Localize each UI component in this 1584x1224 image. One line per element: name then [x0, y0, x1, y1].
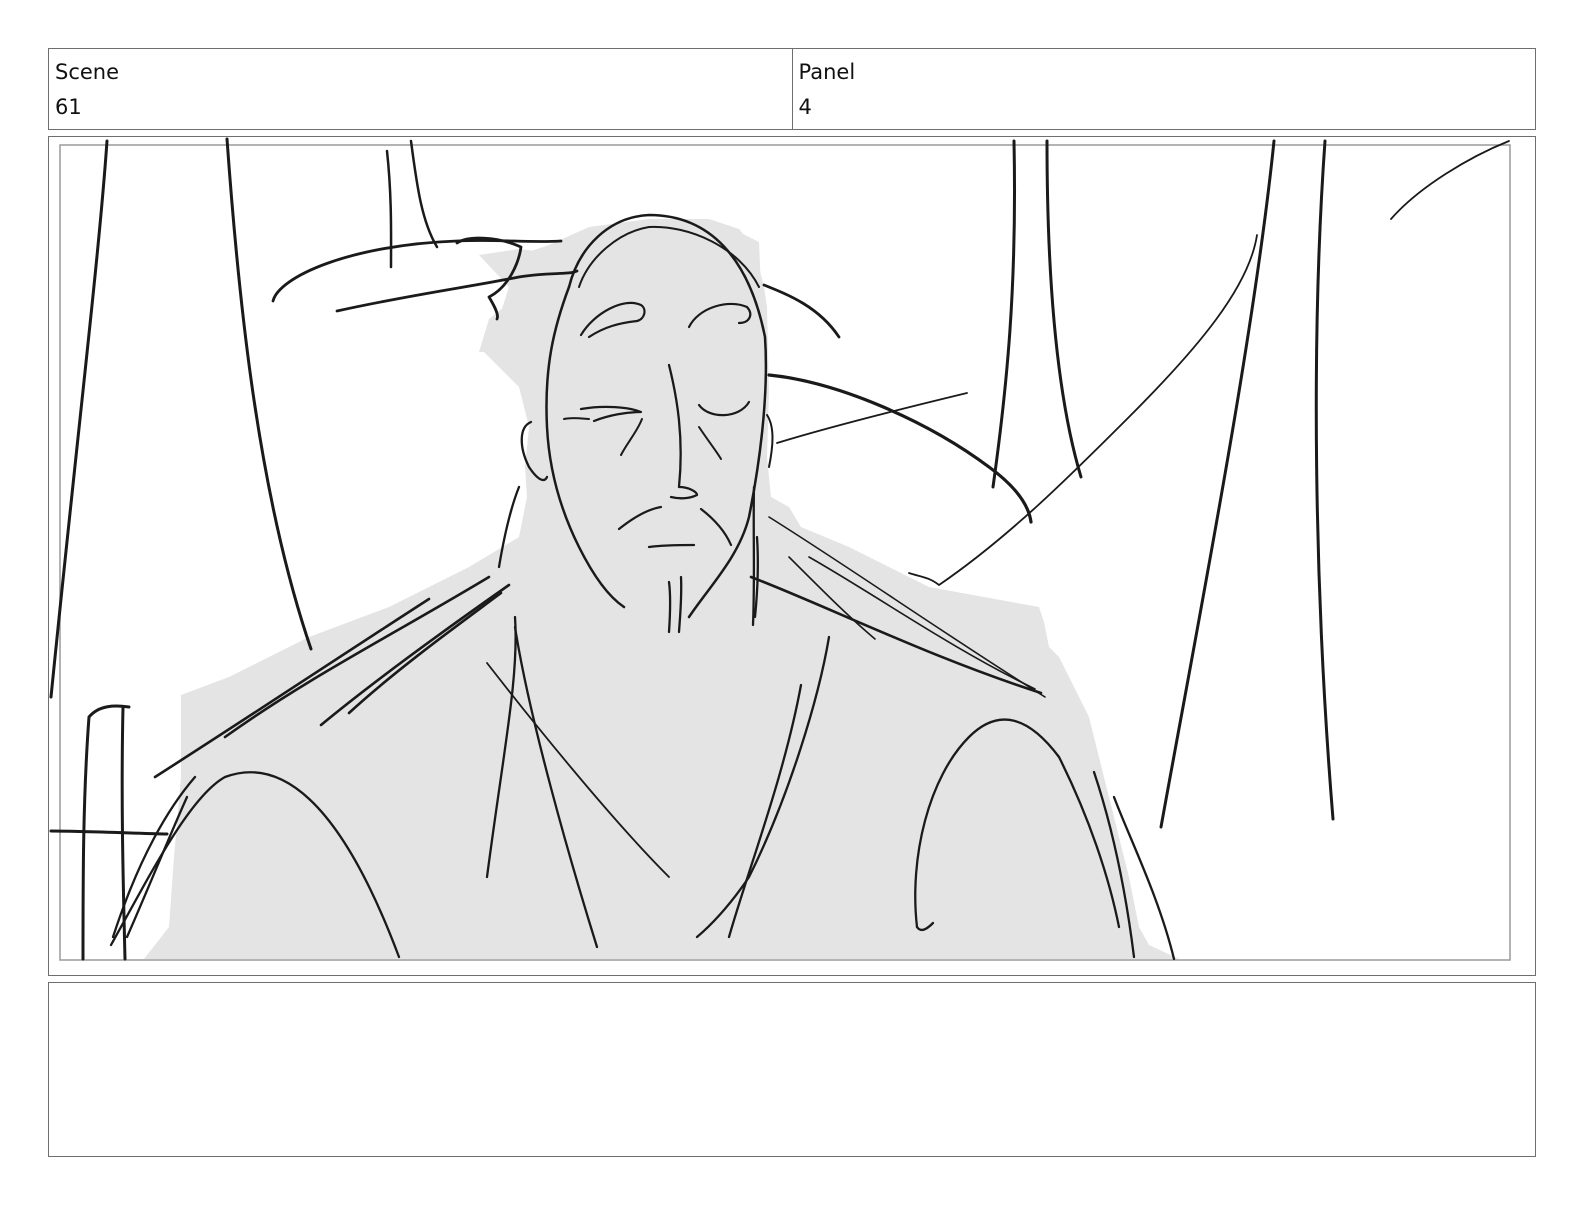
tree-line-2	[225, 137, 313, 651]
figure-fill	[144, 219, 1179, 959]
tree-line-8	[1314, 139, 1335, 821]
beard-1	[667, 580, 672, 634]
branch-top-right	[1390, 140, 1510, 220]
storyboard-frame	[48, 136, 1536, 976]
sash-line	[767, 373, 1033, 524]
panel-label: Panel	[798, 60, 856, 84]
panel-header: Scene 61 Panel 4	[48, 48, 1536, 130]
chair-rail	[49, 829, 169, 836]
tree-line-4	[409, 139, 439, 249]
scene-number: 61	[55, 95, 82, 119]
branch-diagonal	[908, 234, 1258, 586]
eye-left-lash	[563, 417, 590, 420]
notes-box	[48, 982, 1536, 1157]
scene-label: Scene	[55, 60, 120, 84]
panel-number: 4	[798, 95, 812, 119]
hat-brim-right	[762, 283, 841, 339]
panel-cell: Panel 4	[791, 49, 1536, 129]
tree-line-7	[1159, 139, 1276, 829]
tree-line-5	[991, 139, 1017, 489]
scene-cell: Scene 61	[49, 49, 792, 129]
beard-3	[751, 485, 756, 627]
storyboard-sketch	[49, 137, 1511, 961]
tree-line-3	[385, 149, 393, 269]
tree-line-6	[1045, 139, 1083, 479]
